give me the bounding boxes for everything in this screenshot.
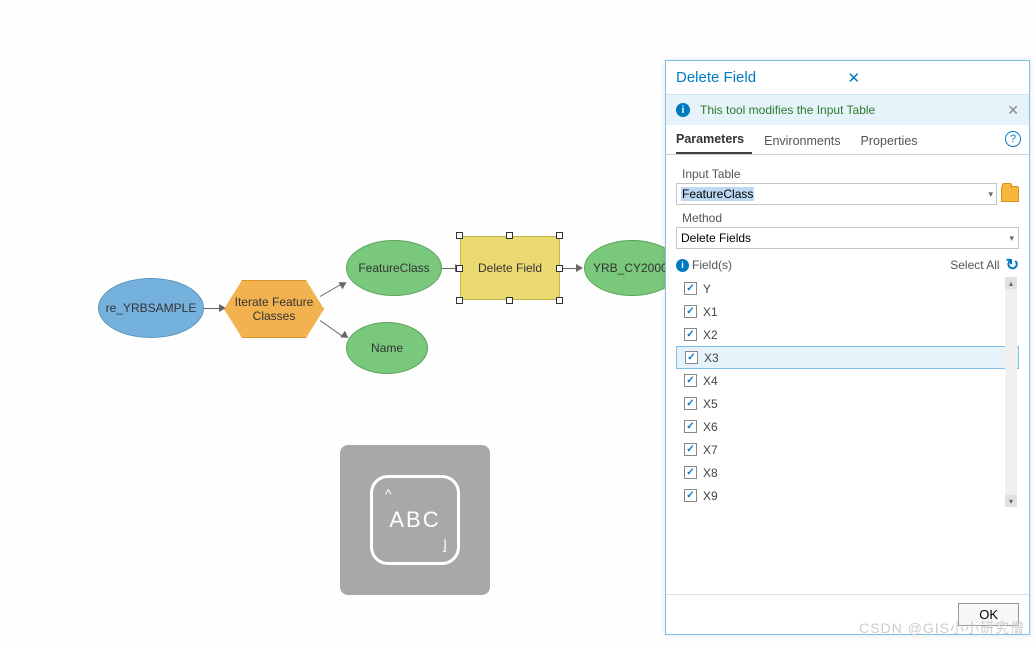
field-row[interactable]: ✓ X1	[676, 300, 1019, 323]
help-icon[interactable]: ?	[1005, 131, 1021, 147]
selection-handle[interactable]	[456, 297, 463, 304]
checkbox[interactable]: ✓	[684, 489, 697, 502]
field-row[interactable]: ✓ X6	[676, 415, 1019, 438]
node-label: YRB_CY2000.	[593, 261, 671, 275]
dialog-titlebar: Delete Field ✕	[666, 61, 1029, 95]
caret-icon: ^	[385, 486, 392, 502]
selection-handle[interactable]	[556, 297, 563, 304]
checkbox[interactable]: ✓	[684, 397, 697, 410]
checkbox[interactable]: ✓	[684, 466, 697, 479]
connector	[320, 320, 344, 337]
arrow-icon	[576, 264, 583, 272]
info-bar: i This tool modifies the Input Table ✕	[666, 95, 1029, 125]
node-input-data[interactable]: re_YRBSAMPLE	[98, 278, 204, 338]
fields-header: i Field(s) Select All ↻	[676, 255, 1019, 275]
field-row[interactable]: ✓ X3	[676, 346, 1019, 369]
checkbox[interactable]: ✓	[684, 374, 697, 387]
close-icon[interactable]: ✕	[1007, 102, 1019, 119]
input-table-field[interactable]: FeatureClass ▾	[676, 183, 997, 205]
curve-icon: ⌋	[442, 537, 447, 554]
field-row[interactable]: ✓ X8	[676, 461, 1019, 484]
info-icon: i	[676, 103, 690, 117]
scroll-down-icon[interactable]: ▾	[1005, 495, 1017, 507]
parameters-body: Input Table FeatureClass ▾ Method Delete…	[666, 155, 1029, 594]
node-label: FeatureClass	[358, 261, 429, 275]
tab-parameters[interactable]: Parameters	[676, 126, 752, 154]
field-name: X9	[703, 489, 718, 503]
node-label: Iterate Feature Classes	[225, 295, 323, 324]
method-label: Method	[682, 211, 1019, 225]
placeholder-image: ^ ABC ⌋	[340, 445, 490, 595]
node-name[interactable]: Name	[346, 322, 428, 374]
checkbox[interactable]: ✓	[684, 305, 697, 318]
field-row[interactable]: ✓ X9	[676, 484, 1019, 507]
reset-icon[interactable]: ↻	[1006, 255, 1019, 275]
fields-label: Field(s)	[692, 258, 950, 272]
selection-handle[interactable]	[506, 232, 513, 239]
field-row[interactable]: ✓Y	[676, 277, 1019, 300]
placeholder-text: ABC	[389, 507, 440, 533]
selection-handle[interactable]	[556, 265, 563, 272]
field-row[interactable]: ✓ X7	[676, 438, 1019, 461]
field-name: X1	[703, 305, 718, 319]
method-value: Delete Fields	[681, 231, 751, 245]
selection-handle[interactable]	[506, 297, 513, 304]
checkbox[interactable]: ✓	[684, 328, 697, 341]
field-name: X8	[703, 466, 718, 480]
checkbox[interactable]: ✓	[685, 351, 698, 364]
field-row[interactable]: ✓ X4	[676, 369, 1019, 392]
field-name: X4	[703, 374, 718, 388]
node-featureclass[interactable]: FeatureClass	[346, 240, 442, 296]
field-name: X6	[703, 420, 718, 434]
field-name: X7	[703, 443, 718, 457]
scroll-up-icon[interactable]: ▴	[1005, 277, 1017, 289]
input-table-label: Input Table	[682, 167, 1019, 181]
fields-list: ✓Y✓X1✓X2✓X3✓X4✓X5✓X6✓X7✓X8✓X9 ▴ ▾	[676, 277, 1019, 507]
chevron-down-icon[interactable]: ▾	[988, 189, 993, 200]
node-label: re_YRBSAMPLE	[106, 301, 197, 315]
selection-handle[interactable]	[556, 232, 563, 239]
selection-handle[interactable]	[456, 265, 463, 272]
dialog-footer: OK	[666, 594, 1029, 634]
selection-handle[interactable]	[456, 232, 463, 239]
checkbox[interactable]: ✓	[684, 282, 697, 295]
field-name: X2	[703, 328, 718, 342]
field-row[interactable]: ✓ X5	[676, 392, 1019, 415]
ok-button[interactable]: OK	[958, 603, 1019, 626]
node-label: Name	[371, 341, 403, 355]
checkbox[interactable]: ✓	[684, 420, 697, 433]
input-table-value: FeatureClass	[681, 187, 754, 201]
chevron-down-icon[interactable]: ▾	[1009, 233, 1014, 244]
checkbox[interactable]: ✓	[684, 443, 697, 456]
tab-properties[interactable]: Properties	[861, 128, 926, 154]
tab-environments[interactable]: Environments	[764, 128, 848, 154]
field-name: X5	[703, 397, 718, 411]
connector	[320, 284, 341, 297]
field-name: Y	[703, 282, 711, 296]
tab-bar: Parameters Environments Properties ?	[666, 125, 1029, 155]
connector	[202, 308, 220, 309]
info-icon: i	[676, 259, 689, 272]
tool-dialog: Delete Field ✕ i This tool modifies the …	[665, 60, 1030, 635]
browse-folder-icon[interactable]	[1001, 186, 1019, 202]
info-message: This tool modifies the Input Table	[700, 103, 875, 117]
field-name: X3	[704, 351, 719, 365]
field-row[interactable]: ✓ X2	[676, 323, 1019, 346]
select-all-link[interactable]: Select All	[950, 258, 999, 272]
node-label: Delete Field	[478, 261, 542, 275]
scrollbar[interactable]: ▴ ▾	[1005, 277, 1017, 507]
node-delete-field-tool[interactable]: Delete Field	[460, 236, 560, 300]
dialog-title: Delete Field	[676, 69, 848, 86]
close-icon[interactable]: ✕	[848, 69, 1020, 87]
method-select[interactable]: Delete Fields ▾	[676, 227, 1019, 249]
arrow-icon	[338, 279, 348, 289]
node-iterator[interactable]: Iterate Feature Classes	[224, 280, 324, 338]
